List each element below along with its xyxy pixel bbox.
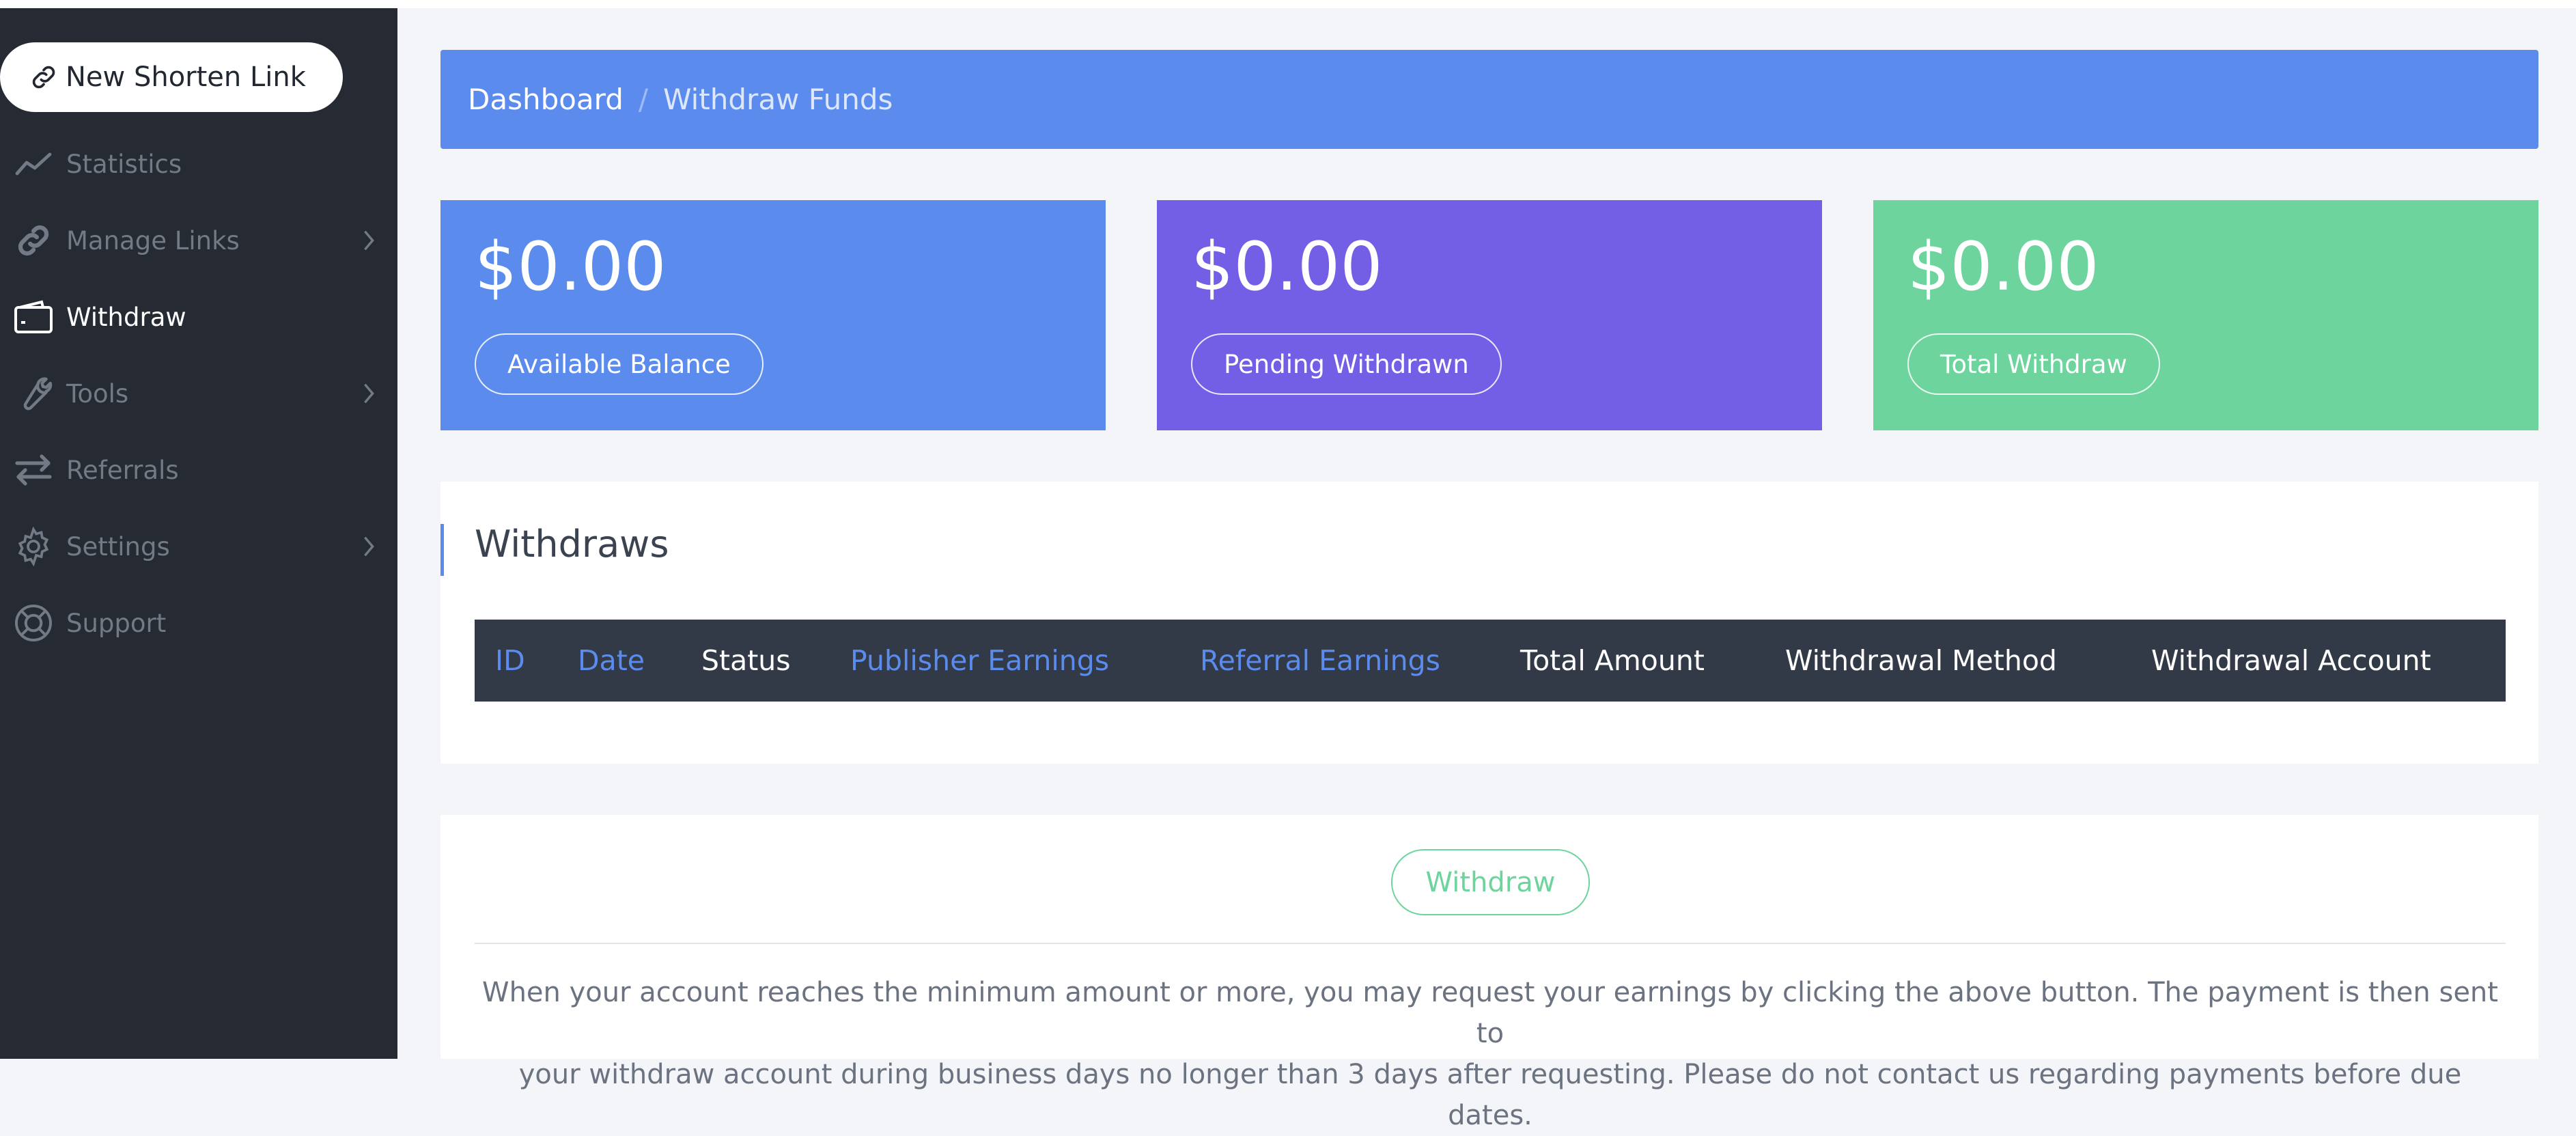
sidebar-item-label: Statistics [66,149,182,179]
withdraw-action-panel: Withdraw When your account reaches the m… [440,815,2538,1131]
sidebar-item-settings[interactable]: Settings [0,519,397,574]
sidebar-item-statistics[interactable]: Statistics [0,137,397,191]
wallet-icon [12,296,55,338]
withdraw-button[interactable]: Withdraw [1391,849,1590,915]
breadcrumb: Dashboard / Withdraw Funds [440,50,2538,149]
available-balance-label: Available Balance [475,333,764,395]
chart-line-icon [12,143,55,185]
column-header-publisher-earnings[interactable]: Publisher Earnings [850,620,1109,702]
sidebar-item-label: Settings [66,531,170,562]
top-strip [0,0,2576,8]
sidebar-item-label: Manage Links [66,225,240,255]
column-header-withdrawal-method: Withdrawal Method [1785,644,2057,677]
exchange-icon [12,449,55,491]
sidebar-item-tools[interactable]: Tools [0,366,397,421]
column-header-referral-earnings[interactable]: Referral Earnings [1200,620,1440,702]
withdraws-panel: Withdraws ID Date Status Publisher Earni… [440,482,2538,764]
sidebar-item-label: Tools [66,378,129,408]
divider [475,943,2506,944]
pending-withdrawn-label: Pending Withdrawn [1191,333,1502,395]
breadcrumb-separator: / [638,83,649,116]
panel-title: Withdraws [475,523,669,566]
available-balance-amount: $0.00 [475,228,667,306]
withdraw-notice-line-1: When your account reaches the minimum am… [482,977,2498,1049]
column-header-total-amount: Total Amount [1520,644,1705,677]
chevron-right-icon [362,380,382,407]
link-icon [29,62,59,92]
column-header-status: Status [701,644,791,677]
sidebar-item-label: Withdraw [66,302,186,332]
gear-icon [12,525,55,568]
withdraw-notice-line-2: your withdraw account during business da… [518,1059,2462,1131]
column-header-id[interactable]: ID [495,620,525,702]
total-withdraw-card: $0.00 Total Withdraw [1873,200,2538,430]
link-icon [12,219,55,262]
withdraw-notice: When your account reaches the minimum am… [475,972,2506,1136]
sidebar: New Shorten Link Statistics Manage Links [0,8,397,1059]
column-header-withdrawal-account: Withdrawal Account [2151,644,2431,677]
breadcrumb-current: Withdraw Funds [663,83,893,116]
chevron-right-icon [362,227,382,254]
sidebar-item-label: Support [66,608,167,638]
panel-title-accent [440,524,444,576]
total-withdraw-label: Total Withdraw [1907,333,2160,395]
sidebar-item-manage-links[interactable]: Manage Links [0,213,397,268]
sidebar-item-support[interactable]: Support [0,596,397,650]
sidebar-item-label: Referrals [66,455,179,485]
chevron-right-icon [362,533,382,560]
pending-withdrawn-card: $0.00 Pending Withdrawn [1157,200,1822,430]
sidebar-item-withdraw[interactable]: Withdraw [0,290,397,344]
pending-withdrawn-amount: $0.00 [1191,228,1383,306]
wrench-icon [12,372,55,415]
available-balance-card: $0.00 Available Balance [440,200,1106,430]
total-withdraw-amount: $0.00 [1907,228,2099,306]
life-ring-icon [12,602,55,644]
column-header-date[interactable]: Date [578,620,645,702]
sidebar-item-referrals[interactable]: Referrals [0,443,397,497]
breadcrumb-link-dashboard[interactable]: Dashboard [468,83,624,116]
withdraws-table-header: ID Date Status Publisher Earnings Referr… [475,620,2506,702]
new-shorten-link-button[interactable]: New Shorten Link [0,42,343,112]
new-shorten-link-label: New Shorten Link [66,61,306,93]
